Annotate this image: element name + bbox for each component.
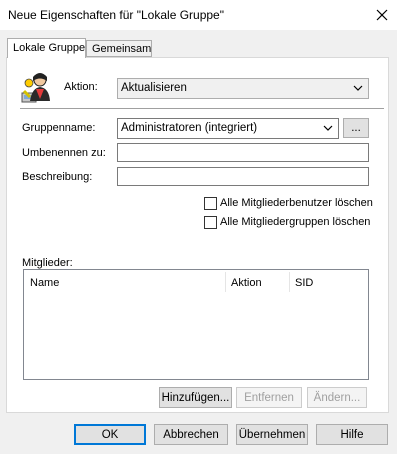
cancel-label: Abbrechen xyxy=(163,428,219,441)
delete-groups-checkbox[interactable] xyxy=(204,216,217,229)
remove-member-label: Entfernen xyxy=(244,391,294,404)
apply-button[interactable]: Übernehmen xyxy=(236,424,308,445)
delete-users-checkbox[interactable] xyxy=(204,197,217,210)
local-group-users-icon xyxy=(20,71,52,103)
tab-lokale-gruppe[interactable]: Lokale Gruppe xyxy=(7,38,86,58)
separator xyxy=(20,108,384,109)
group-name-value: Administratoren (integriert) xyxy=(121,122,258,134)
members-label: Mitglieder: xyxy=(22,257,73,269)
ok-label: OK xyxy=(101,428,119,441)
window-edge xyxy=(397,30,401,454)
browse-button[interactable]: ... xyxy=(343,118,369,138)
column-aktion-label: Aktion xyxy=(231,277,262,289)
help-label: Hilfe xyxy=(340,428,364,441)
remove-member-button[interactable]: Entfernen xyxy=(236,387,302,408)
rename-label: Umbenennen zu: xyxy=(22,147,106,159)
group-name-select[interactable]: Administratoren (integriert) xyxy=(117,118,339,139)
rename-field[interactable] xyxy=(117,143,369,162)
group-name-label: Gruppenname: xyxy=(22,122,96,134)
ok-button[interactable]: OK xyxy=(74,424,146,445)
column-sid-label: SID xyxy=(295,277,314,289)
tab-gemeinsam[interactable]: Gemeinsam xyxy=(86,40,152,57)
description-field[interactable] xyxy=(117,167,369,186)
change-member-button[interactable]: Ändern... xyxy=(307,387,367,408)
chevron-down-icon xyxy=(323,125,333,131)
action-select[interactable]: Aktualisieren xyxy=(117,78,369,99)
help-button[interactable]: Hilfe xyxy=(316,424,388,445)
column-header-name[interactable]: Name xyxy=(24,270,225,294)
description-label: Beschreibung: xyxy=(22,171,93,183)
delete-groups-label: Alle Mitgliedergruppen löschen xyxy=(220,216,371,228)
add-member-button[interactable]: Hinzufügen... xyxy=(159,387,232,408)
column-header-aktion[interactable]: Aktion xyxy=(225,270,289,294)
column-header-sid[interactable]: SID xyxy=(289,270,369,294)
add-member-label: Hinzufügen... xyxy=(161,391,230,404)
browse-button-label: ... xyxy=(351,122,361,134)
title-bar: Neue Eigenschaften für "Lokale Gruppe" xyxy=(0,0,401,30)
tab-label: Lokale Gruppe xyxy=(13,42,86,54)
members-list[interactable]: Name Aktion SID xyxy=(23,269,369,380)
chevron-down-icon xyxy=(353,85,363,91)
column-name-label: Name xyxy=(30,277,60,289)
tab-label: Gemeinsam xyxy=(92,43,152,55)
cancel-button[interactable]: Abbrechen xyxy=(154,424,228,445)
delete-users-label: Alle Mitgliederbenutzer löschen xyxy=(220,197,373,209)
change-member-label: Ändern... xyxy=(313,391,361,404)
apply-label: Übernehmen xyxy=(238,428,306,441)
window-title: Neue Eigenschaften für "Lokale Gruppe" xyxy=(8,8,224,22)
close-icon[interactable] xyxy=(371,4,393,26)
action-value: Aktualisieren xyxy=(121,82,187,94)
action-label: Aktion: xyxy=(64,81,98,93)
